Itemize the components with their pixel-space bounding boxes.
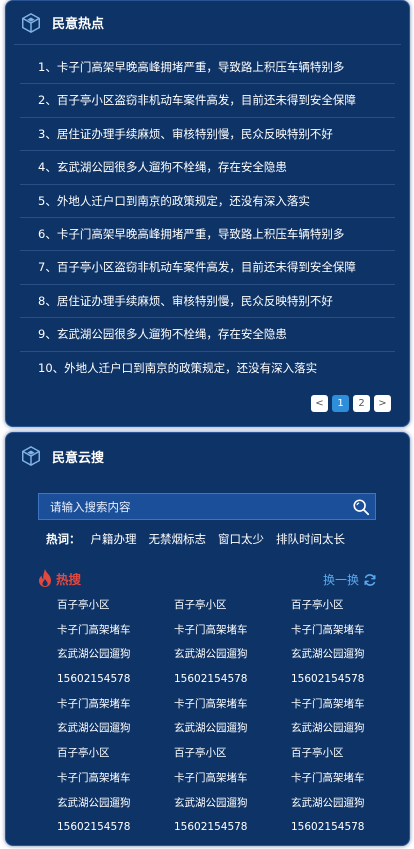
trending-label: 热搜 [56,571,82,587]
trending-item[interactable]: 卡子门高架堵车 [57,692,174,717]
refresh-button[interactable]: 换一换 [323,571,377,588]
trending-item[interactable]: 卡子门高架堵车 [291,692,401,717]
pagination: < 1 2 > [311,395,391,412]
hotspot-list: 1、卡子门高架早晚高峰拥堵严重，导致路上积压车辆特别多 2、百子亭小区盗窃非机动车… [20,51,395,385]
trending-item[interactable]: 玄武湖公园遛狗 [57,791,174,816]
cube-icon [22,445,40,467]
hotwords-label: 热词： [46,532,81,546]
trending-item[interactable]: 百子亭小区 [57,741,174,766]
trending-item[interactable]: 玄武湖公园遛狗 [57,642,174,667]
trending-item[interactable]: 15602154578 [291,667,401,692]
trending-item[interactable]: 15602154578 [57,815,174,840]
cloud-search-title: 民意云搜 [52,450,105,466]
hotword-link[interactable]: 户籍办理 [91,531,137,547]
trending-item[interactable]: 百子亭小区 [291,593,401,618]
trending-item[interactable]: 玄武湖公园遛狗 [174,791,291,816]
trending-item[interactable]: 玄武湖公园遛狗 [291,642,401,667]
trending-item[interactable]: 玄武湖公园遛狗 [174,642,291,667]
refresh-label: 换一换 [322,573,359,587]
hotspot-item[interactable]: 9、玄武湖公园很多人遛狗不栓绳，存在安全隐患 [20,318,395,352]
trending-item[interactable]: 玄武湖公园遛狗 [291,716,401,741]
hotspot-item[interactable]: 4、玄武湖公园很多人遛狗不栓绳，存在安全隐患 [20,151,395,185]
trending-item[interactable]: 玄武湖公园遛狗 [291,791,401,816]
hotspot-item[interactable]: 5、外地人迁户口到南京的政策规定，还没有深入落实 [20,185,395,218]
trending-item[interactable]: 玄武湖公园遛狗 [174,716,291,741]
hotspot-item[interactable]: 8、居住证办理手续麻烦、审核特别慢，民众反映特别不好 [20,285,395,319]
trending-item[interactable]: 卡子门高架堵车 [291,766,401,791]
pager-next-button[interactable]: > [374,395,391,412]
trending-item[interactable]: 15602154578 [174,667,291,692]
hotspot-title: 民意热点 [52,17,105,32]
cloud-search-header: 民意云搜 [14,433,401,479]
search-input[interactable] [39,494,347,519]
hotword-link[interactable]: 窗口太少 [218,531,264,547]
flame-icon [39,569,51,587]
hotspot-item[interactable]: 3、居住证办理手续麻烦、审核特别慢，民众反映特别不好 [20,118,395,152]
trending-item[interactable]: 卡子门高架堵车 [57,618,174,643]
trending-item[interactable]: 卡子门高架堵车 [291,618,401,643]
cloud-search-panel: 民意云搜 热词： 户籍办理 无禁烟标志 窗口太少 排队时间太长 热搜 换一换 [5,432,410,846]
trending-item[interactable]: 百子亭小区 [291,741,401,766]
trending-item[interactable]: 卡子门高架堵车 [174,692,291,717]
hotword-link[interactable]: 无禁烟标志 [149,531,207,547]
hotspot-item[interactable]: 2、百子亭小区盗窃非机动车案件高发，目前还未得到安全保障 [20,84,395,118]
hotspot-item[interactable]: 1、卡子门高架早晚高峰拥堵严重，导致路上积压车辆特别多 [20,51,395,85]
hotspot-item[interactable]: 10、外地人迁户口到南京的政策规定，还没有深入落实 [20,352,395,385]
trending-item[interactable]: 15602154578 [57,667,174,692]
trending-item[interactable]: 百子亭小区 [174,593,291,618]
trending-header: 热搜 [36,568,81,588]
hotwords-row: 热词： 户籍办理 无禁烟标志 窗口太少 排队时间太长 [46,531,345,547]
hotspot-header: 民意热点 [14,1,401,45]
refresh-icon [364,573,376,586]
trending-item[interactable]: 百子亭小区 [57,593,174,618]
search-icon[interactable] [347,494,375,519]
hotspot-item[interactable]: 6、卡子门高架早晚高峰拥堵严重，导致路上积压车辆特别多 [20,218,395,252]
hotspot-item[interactable]: 7、百子亭小区盗窃非机动车案件高发，目前还未得到安全保障 [20,251,395,285]
pager-page-1[interactable]: 1 [332,395,349,412]
search-box [38,493,376,520]
trending-grid: 百子亭小区 百子亭小区 百子亭小区 卡子门高架堵车 卡子门高架堵车 卡子门高架堵车 玄武湖公… [57,593,401,840]
pager-prev-button[interactable]: < [311,395,328,412]
hotword-link[interactable]: 排队时间太长 [276,531,345,547]
trending-item[interactable]: 百子亭小区 [174,741,291,766]
trending-item[interactable]: 卡子门高架堵车 [174,766,291,791]
cube-icon [22,12,40,33]
trending-item[interactable]: 15602154578 [291,815,401,840]
trending-item[interactable]: 玄武湖公园遛狗 [57,716,174,741]
trending-item[interactable]: 卡子门高架堵车 [57,766,174,791]
pager-page-2[interactable]: 2 [353,395,370,412]
trending-item[interactable]: 15602154578 [174,815,291,840]
trending-item[interactable]: 卡子门高架堵车 [174,618,291,643]
hotspot-panel: 民意热点 1、卡子门高架早晚高峰拥堵严重，导致路上积压车辆特别多 2、百子亭小区盗… [5,0,410,427]
